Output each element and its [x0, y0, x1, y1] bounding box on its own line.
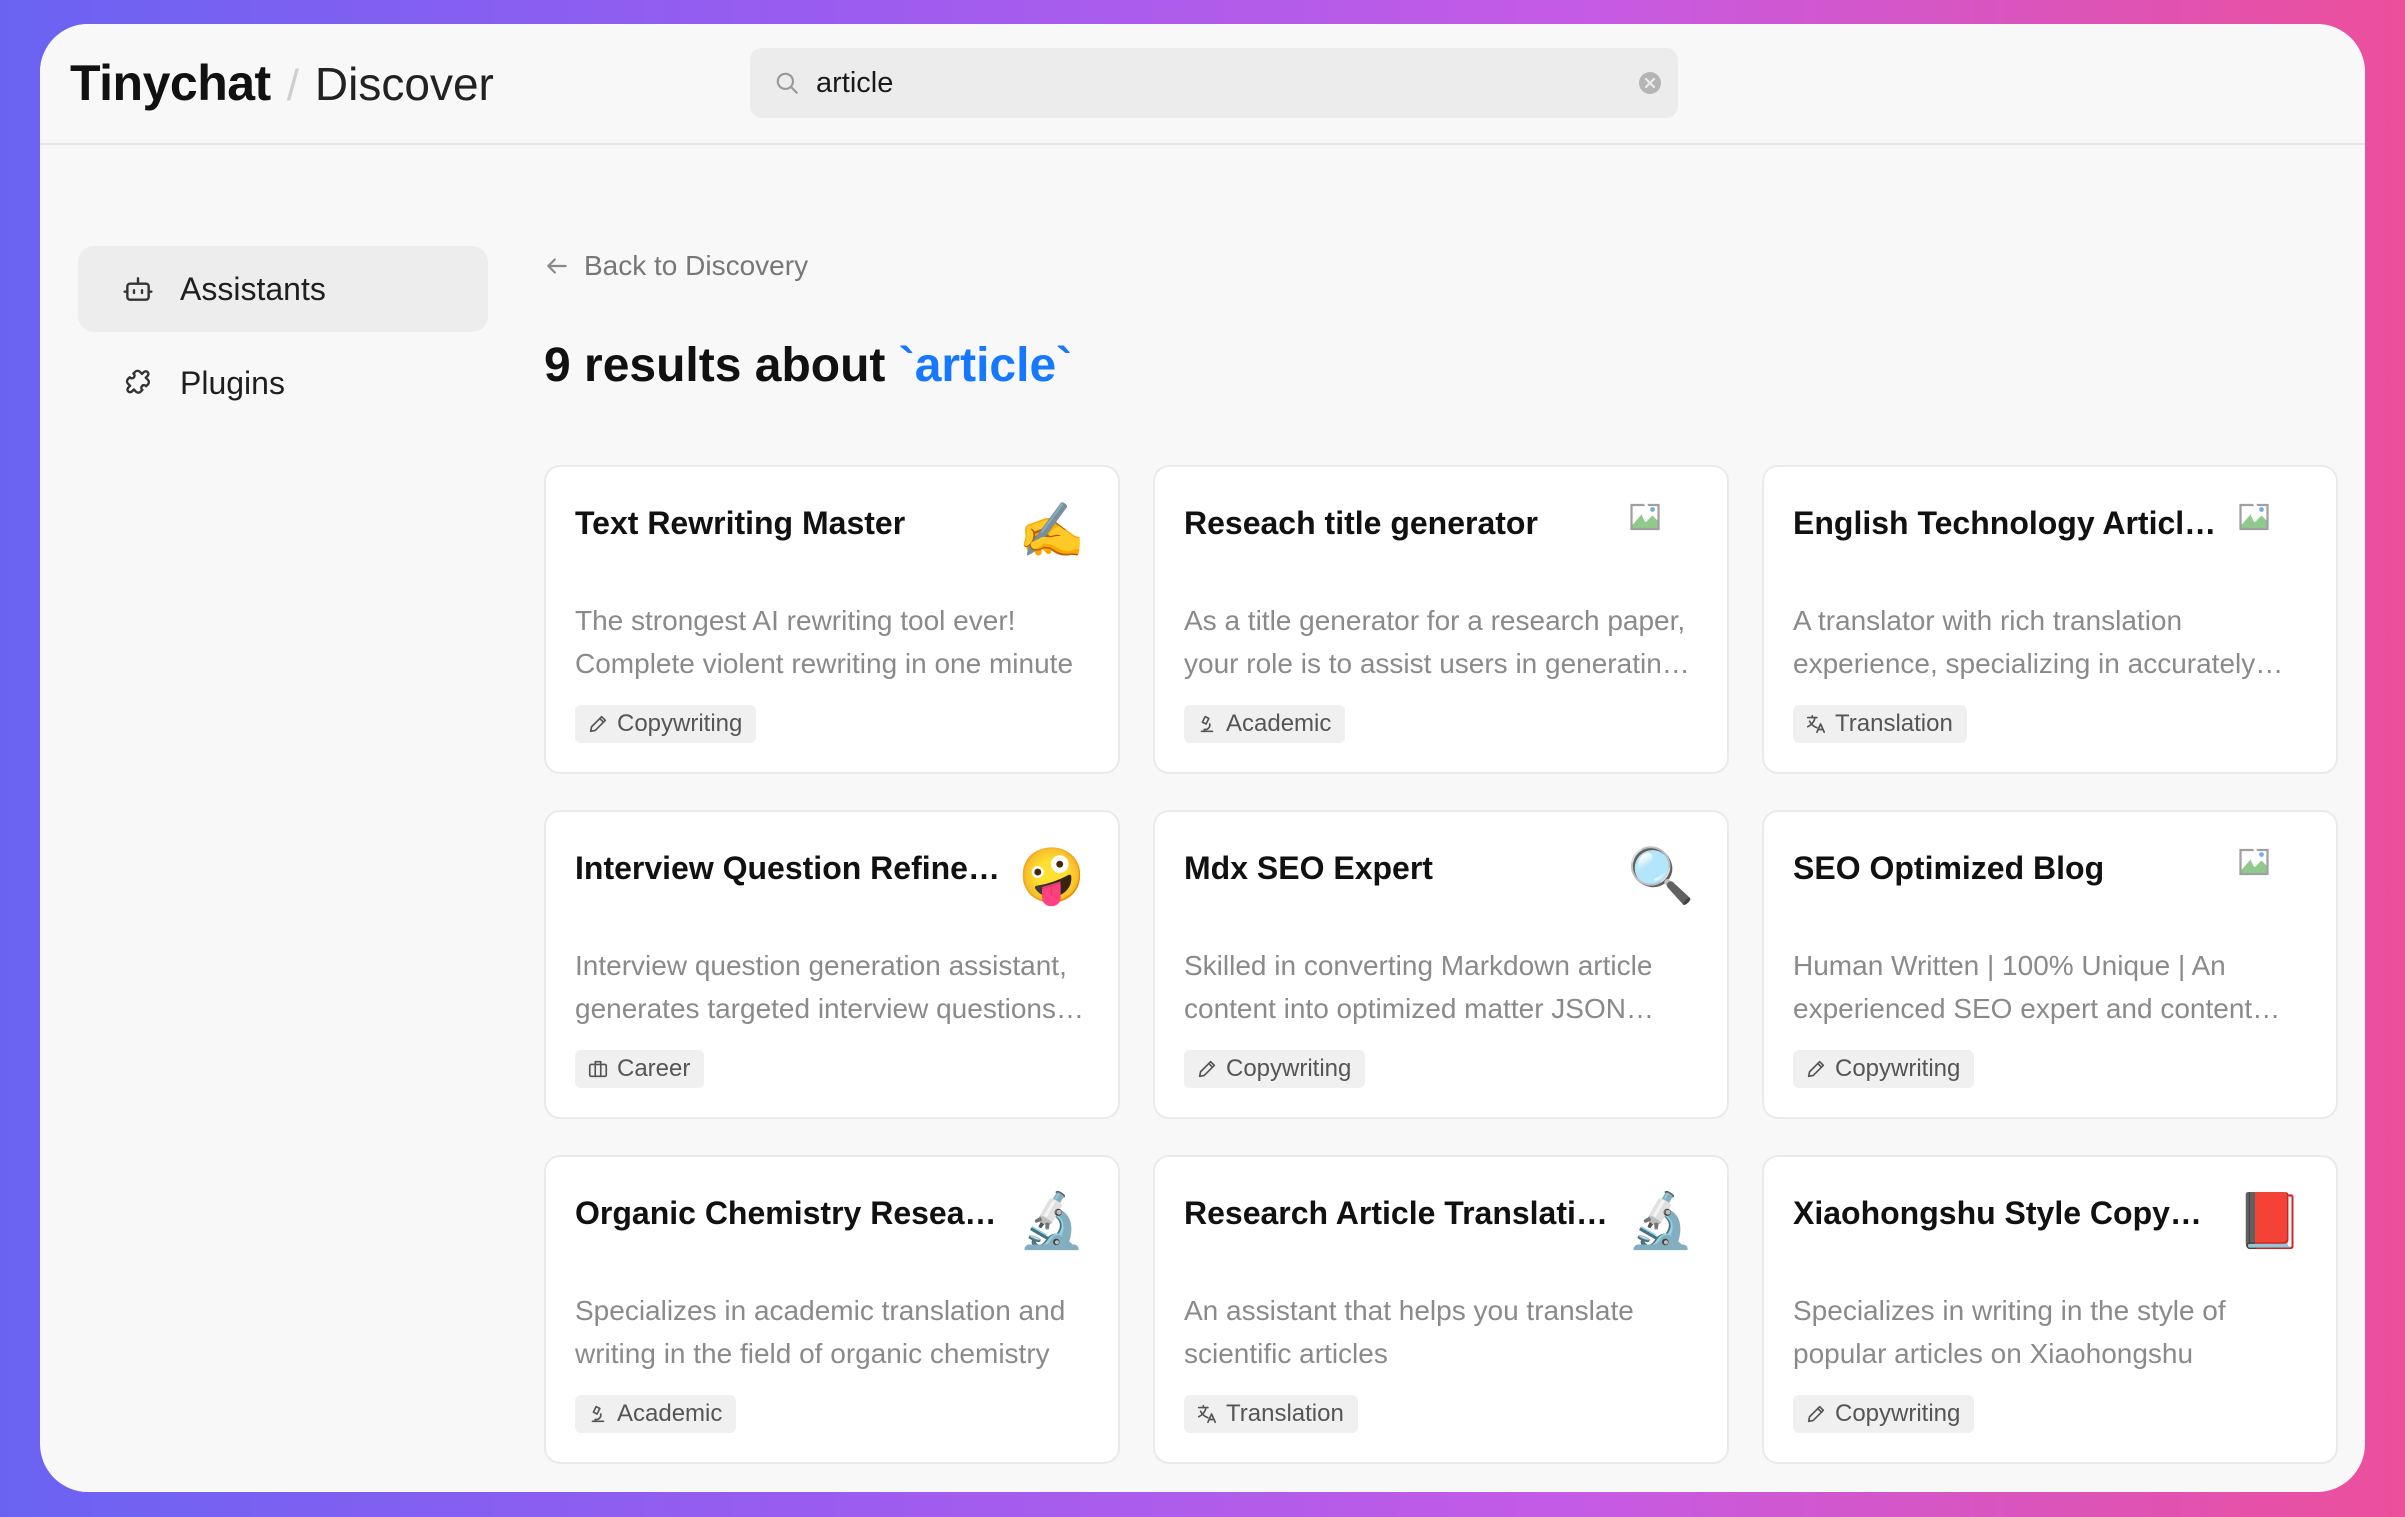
- back-to-discovery-link[interactable]: Back to Discovery: [544, 246, 1072, 286]
- category-tag-label: Translation: [1226, 1400, 1344, 1427]
- microscope-icon: [591, 1405, 605, 1423]
- sidebar: Assistants Plugins: [78, 246, 488, 434]
- assistant-card[interactable]: Organic Chemistry Research Assistant 🔬 S…: [544, 1155, 1120, 1464]
- category-tag-label: Academic: [1226, 710, 1332, 737]
- sidebar-item-label: Assistants: [180, 270, 326, 307]
- category-tag-label: Translation: [1835, 710, 1953, 737]
- page-title: Discover: [314, 58, 494, 110]
- search-input[interactable]: [816, 48, 1596, 118]
- pencil-icon: [589, 715, 607, 733]
- category-tag-label: Academic: [617, 1400, 723, 1427]
- category-tag[interactable]: Academic: [575, 1395, 737, 1433]
- category-tag-label: Copywriting: [617, 710, 743, 737]
- assistant-card[interactable]: Text Rewriting Master ✍️ The strongest A…: [544, 465, 1120, 774]
- assistant-title: Organic Chemistry Research Assistant: [575, 1195, 1005, 1231]
- category-tag-label: Copywriting: [1835, 1400, 1961, 1427]
- translate-icon: [1806, 714, 1826, 734]
- assistant-card[interactable]: Reseach title generator As a title gener…: [1153, 465, 1729, 774]
- sidebar-item-assistants[interactable]: Assistants: [78, 246, 488, 332]
- broken-image-icon: [2239, 501, 2269, 531]
- assistant-title: Mdx SEO Expert: [1184, 850, 1433, 886]
- assistant-avatar: 🤪: [1018, 846, 1086, 906]
- app-window: Tinychat / Discover article Assistants P…: [40, 24, 2365, 1492]
- clear-search-icon[interactable]: [1638, 71, 1662, 95]
- assistant-description: An assistant that helps you translate sc…: [1184, 1295, 1634, 1369]
- assistant-card[interactable]: English Technology Article Translator A …: [1762, 465, 2338, 774]
- assistant-title: SEO Optimized Blog: [1793, 850, 2105, 886]
- assistant-card[interactable]: Interview Question Refinement 🤪 Intervie…: [544, 810, 1120, 1119]
- assistant-avatar: 🔬: [1627, 1191, 1695, 1251]
- assistant-title: Interview Question Refinement: [575, 850, 1005, 886]
- results-keyword: `article`: [898, 339, 1073, 392]
- assistant-description: As a title generator for a research pape…: [1184, 605, 1686, 679]
- assistant-description: Specializes in academic translation and …: [575, 1295, 1066, 1369]
- assistant-grid: Text Rewriting Master ✍️ The strongest A…: [544, 465, 2338, 1464]
- category-tag[interactable]: Academic: [1184, 705, 1346, 743]
- category-tag-label: Career: [617, 1055, 691, 1082]
- robot-icon: [123, 277, 153, 301]
- assistant-title: English Technology Article Translator: [1793, 505, 2223, 541]
- sidebar-item-label: Plugins: [180, 364, 285, 401]
- assistant-title: Reseach title generator: [1184, 505, 1538, 541]
- main-content: Back to Discovery 9 results about `artic…: [544, 246, 1072, 398]
- assistant-avatar: ✍️: [1018, 501, 1086, 561]
- category-tag[interactable]: Copywriting: [575, 705, 757, 743]
- pencil-icon: [1807, 1405, 1825, 1423]
- app-logo[interactable]: Tinychat: [70, 54, 271, 112]
- broken-image-icon: [1630, 501, 1660, 531]
- assistant-card[interactable]: Xiaohongshu Style Copywriter 📕 Specializ…: [1762, 1155, 2338, 1464]
- assistant-avatar: 🔍: [1627, 846, 1695, 906]
- results-prefix: 9 results about: [544, 339, 899, 392]
- assistant-title: Text Rewriting Master: [575, 505, 906, 541]
- category-tag-label: Copywriting: [1835, 1055, 1961, 1082]
- puzzle-icon: [125, 369, 150, 394]
- assistant-description: Skilled in converting Markdown article c…: [1184, 950, 1653, 1024]
- assistant-title: Xiaohongshu Style Copywriter: [1793, 1195, 2223, 1231]
- results-heading: 9 results about `article`: [544, 338, 1072, 398]
- assistant-avatar: 📕: [2236, 1191, 2304, 1251]
- category-tag-label: Copywriting: [1226, 1055, 1352, 1082]
- assistant-description: Specializes in writing in the style of p…: [1793, 1295, 2226, 1369]
- assistant-description: Interview question generation assistant,…: [575, 950, 1067, 1024]
- category-tag[interactable]: Career: [575, 1050, 705, 1088]
- assistant-title: Research Article Translation Assistant: [1184, 1195, 1614, 1231]
- brand: Tinychat / Discover: [70, 54, 494, 112]
- translate-icon: [1197, 1404, 1217, 1424]
- assistant-avatar: 🔬: [1018, 1191, 1086, 1251]
- category-tag[interactable]: Translation: [1793, 705, 1967, 743]
- breadcrumb-separator: /: [286, 61, 299, 110]
- pencil-icon: [1198, 1060, 1216, 1078]
- top-bar: Tinychat / Discover: [40, 24, 2365, 145]
- assistant-card[interactable]: Mdx SEO Expert 🔍 Skilled in converting M…: [1153, 810, 1729, 1119]
- back-label: Back to Discovery: [584, 250, 809, 281]
- assistant-card[interactable]: SEO Optimized Blog Human Written | 100% …: [1762, 810, 2338, 1119]
- sidebar-item-plugins[interactable]: Plugins: [78, 340, 488, 426]
- assistant-description: Human Written | 100% Unique | An experie…: [1793, 950, 2253, 1024]
- assistant-description: A translator with rich translation exper…: [1793, 605, 2256, 679]
- assistant-description: The strongest AI rewriting tool ever! Co…: [575, 605, 1074, 679]
- search-bar[interactable]: [750, 48, 1678, 118]
- pencil-icon: [1807, 1060, 1825, 1078]
- category-tag[interactable]: Copywriting: [1793, 1395, 1975, 1433]
- assistant-card[interactable]: Research Article Translation Assistant 🔬…: [1153, 1155, 1729, 1464]
- briefcase-icon: [588, 1060, 608, 1078]
- category-tag[interactable]: Copywriting: [1793, 1050, 1975, 1088]
- microscope-icon: [1200, 715, 1214, 733]
- search-icon: [776, 72, 798, 94]
- arrow-left-icon: [547, 258, 567, 274]
- broken-image-icon: [2239, 846, 2269, 876]
- category-tag[interactable]: Copywriting: [1184, 1050, 1366, 1088]
- category-tag[interactable]: Translation: [1184, 1395, 1358, 1433]
